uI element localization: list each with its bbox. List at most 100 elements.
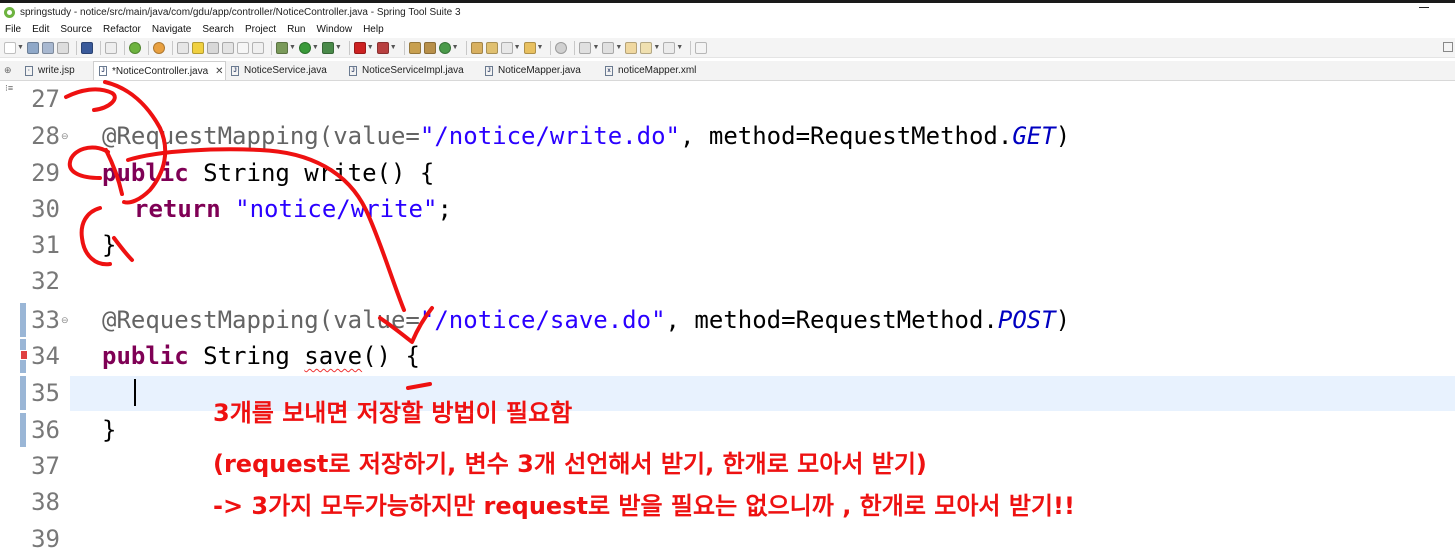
- toolbar-separator: [270, 40, 272, 55]
- last-edit-icon: [625, 41, 638, 54]
- jsp-file-icon: ·: [25, 65, 33, 76]
- refresh-button[interactable]: [152, 41, 165, 54]
- stop-icon: [353, 41, 366, 54]
- annotation-note-2: (request로 저장하기, 변수 3개 선언해서 받기, 한개로 모아서 받…: [213, 450, 927, 478]
- toolbar-separator: [348, 40, 350, 55]
- menu-run[interactable]: Run: [282, 24, 311, 35]
- java-file-icon: J: [349, 65, 357, 76]
- next-annotation-button[interactable]: ▼: [579, 41, 599, 54]
- new-package-button[interactable]: [423, 41, 436, 54]
- save-button[interactable]: [26, 41, 39, 54]
- pane-menu-icon[interactable]: ⊕: [4, 65, 12, 76]
- chevron-down-icon: ▼: [17, 44, 24, 51]
- pin-editor-icon: [695, 41, 708, 54]
- server-icon: [376, 41, 389, 54]
- plain-token: String write() {: [188, 159, 435, 187]
- print-icon: [56, 41, 69, 54]
- code-line-31: 31 }: [20, 227, 1455, 263]
- new-java-project-button[interactable]: [408, 41, 421, 54]
- menu-window[interactable]: Window: [311, 24, 358, 35]
- spring-boot-button[interactable]: [128, 41, 141, 54]
- annotation-button[interactable]: ▼: [500, 41, 521, 54]
- pin-icon: [176, 41, 189, 54]
- annotation-note-1: 3개를 보내면 저장할 방법이 필요함: [213, 399, 573, 427]
- menu-project[interactable]: Project: [240, 24, 282, 35]
- fold-toggle-icon[interactable]: ⊖: [61, 131, 69, 142]
- tab-label: *NoticeController.java: [112, 65, 209, 77]
- skip-breakpoints-button[interactable]: [104, 41, 117, 54]
- run-button[interactable]: ▼: [298, 41, 319, 54]
- code-text: @RequestMapping(value="/notice/save.do",…: [102, 302, 1070, 338]
- refresh-icon: [152, 41, 165, 54]
- tab-notice-controller[interactable]: J *NoticeController.java ✕: [93, 61, 226, 80]
- open-folder-button[interactable]: ▼: [523, 41, 543, 54]
- console-button[interactable]: [80, 41, 93, 54]
- open-folder-icon: [523, 41, 536, 54]
- tab-write-jsp[interactable]: · write.jsp: [22, 61, 85, 80]
- pencil-icon: [500, 41, 513, 54]
- menu-help[interactable]: Help: [358, 24, 390, 35]
- block-selection-button[interactable]: [206, 41, 219, 54]
- menu-file[interactable]: File: [0, 24, 27, 35]
- menu-edit[interactable]: Edit: [27, 24, 55, 35]
- forward-button[interactable]: ▼: [663, 41, 683, 54]
- search-icon: [555, 41, 568, 54]
- java-file-icon: J: [231, 65, 239, 76]
- code-line-27: 27: [20, 81, 1455, 117]
- open-type-button[interactable]: [470, 41, 483, 54]
- line-number: 29: [31, 159, 60, 187]
- code-line-39: 39: [20, 521, 1455, 557]
- tab-notice-service-impl[interactable]: J NoticeServiceImpl.java: [349, 61, 474, 80]
- menu-search[interactable]: Search: [197, 24, 240, 35]
- menu-refactor[interactable]: Refactor: [98, 24, 147, 35]
- last-edit-button[interactable]: [625, 41, 638, 54]
- outline-icon: ⁝≡: [5, 83, 14, 93]
- plain-token: , method=RequestMethod.: [679, 122, 1013, 150]
- toolbar-separator: [550, 40, 552, 55]
- menu-navigate[interactable]: Navigate: [147, 24, 197, 35]
- source-only-button[interactable]: [221, 41, 234, 54]
- new-class-button[interactable]: ▼: [438, 41, 459, 54]
- perspective-icon[interactable]: [1443, 42, 1453, 52]
- previous-annotation-button[interactable]: ▼: [602, 41, 623, 54]
- code-text: public String save() {: [102, 338, 420, 374]
- spring-tool-suite-icon: [4, 6, 15, 18]
- back-button[interactable]: ▼: [640, 41, 660, 54]
- pin-button[interactable]: [176, 41, 189, 54]
- pin-editor-button[interactable]: [695, 41, 708, 54]
- debug-button[interactable]: ▼: [275, 41, 296, 54]
- tab-notice-mapper-xml[interactable]: x noticeMapper.xml: [605, 61, 715, 80]
- toolbar-separator: [123, 40, 125, 55]
- fold-toggle-icon[interactable]: ⊖: [61, 315, 69, 326]
- chevron-down-icon: ▼: [615, 44, 623, 51]
- search-button[interactable]: [555, 41, 568, 54]
- print-button[interactable]: [56, 41, 69, 54]
- menu-source[interactable]: Source: [55, 24, 98, 35]
- next-annotation-icon: [579, 41, 592, 54]
- stop-button[interactable]: ▼: [353, 41, 374, 54]
- server-button[interactable]: ▼: [376, 41, 397, 54]
- tab-notice-mapper[interactable]: J NoticeMapper.java: [485, 61, 595, 80]
- new-button[interactable]: ▼: [4, 41, 24, 54]
- line-number: 39: [31, 525, 60, 553]
- keyword-token: return: [134, 195, 221, 223]
- open-task-button[interactable]: [485, 41, 498, 54]
- minimize-icon[interactable]: [1419, 7, 1429, 8]
- external-tools-button[interactable]: ▼: [321, 41, 342, 54]
- new-file-icon: [4, 41, 16, 54]
- mark-occurrences-button[interactable]: [191, 41, 204, 54]
- code-text: }: [102, 231, 117, 259]
- tab-label: NoticeService.java: [244, 65, 327, 76]
- save-all-icon: [41, 41, 54, 54]
- open-type-icon: [470, 41, 483, 54]
- save-all-button[interactable]: [41, 41, 54, 54]
- string-literal: "notice/write": [235, 195, 438, 223]
- show-whitespace-button[interactable]: [236, 41, 249, 54]
- close-icon[interactable]: ✕: [215, 66, 223, 77]
- annotation-token: @RequestMapping(value=: [102, 306, 420, 334]
- plain-token: String: [188, 342, 305, 370]
- chevron-down-icon: ▼: [334, 44, 342, 51]
- toolbar-separator: [75, 40, 77, 55]
- word-wrap-button[interactable]: [251, 41, 264, 54]
- tab-notice-service[interactable]: J NoticeService.java: [231, 61, 341, 80]
